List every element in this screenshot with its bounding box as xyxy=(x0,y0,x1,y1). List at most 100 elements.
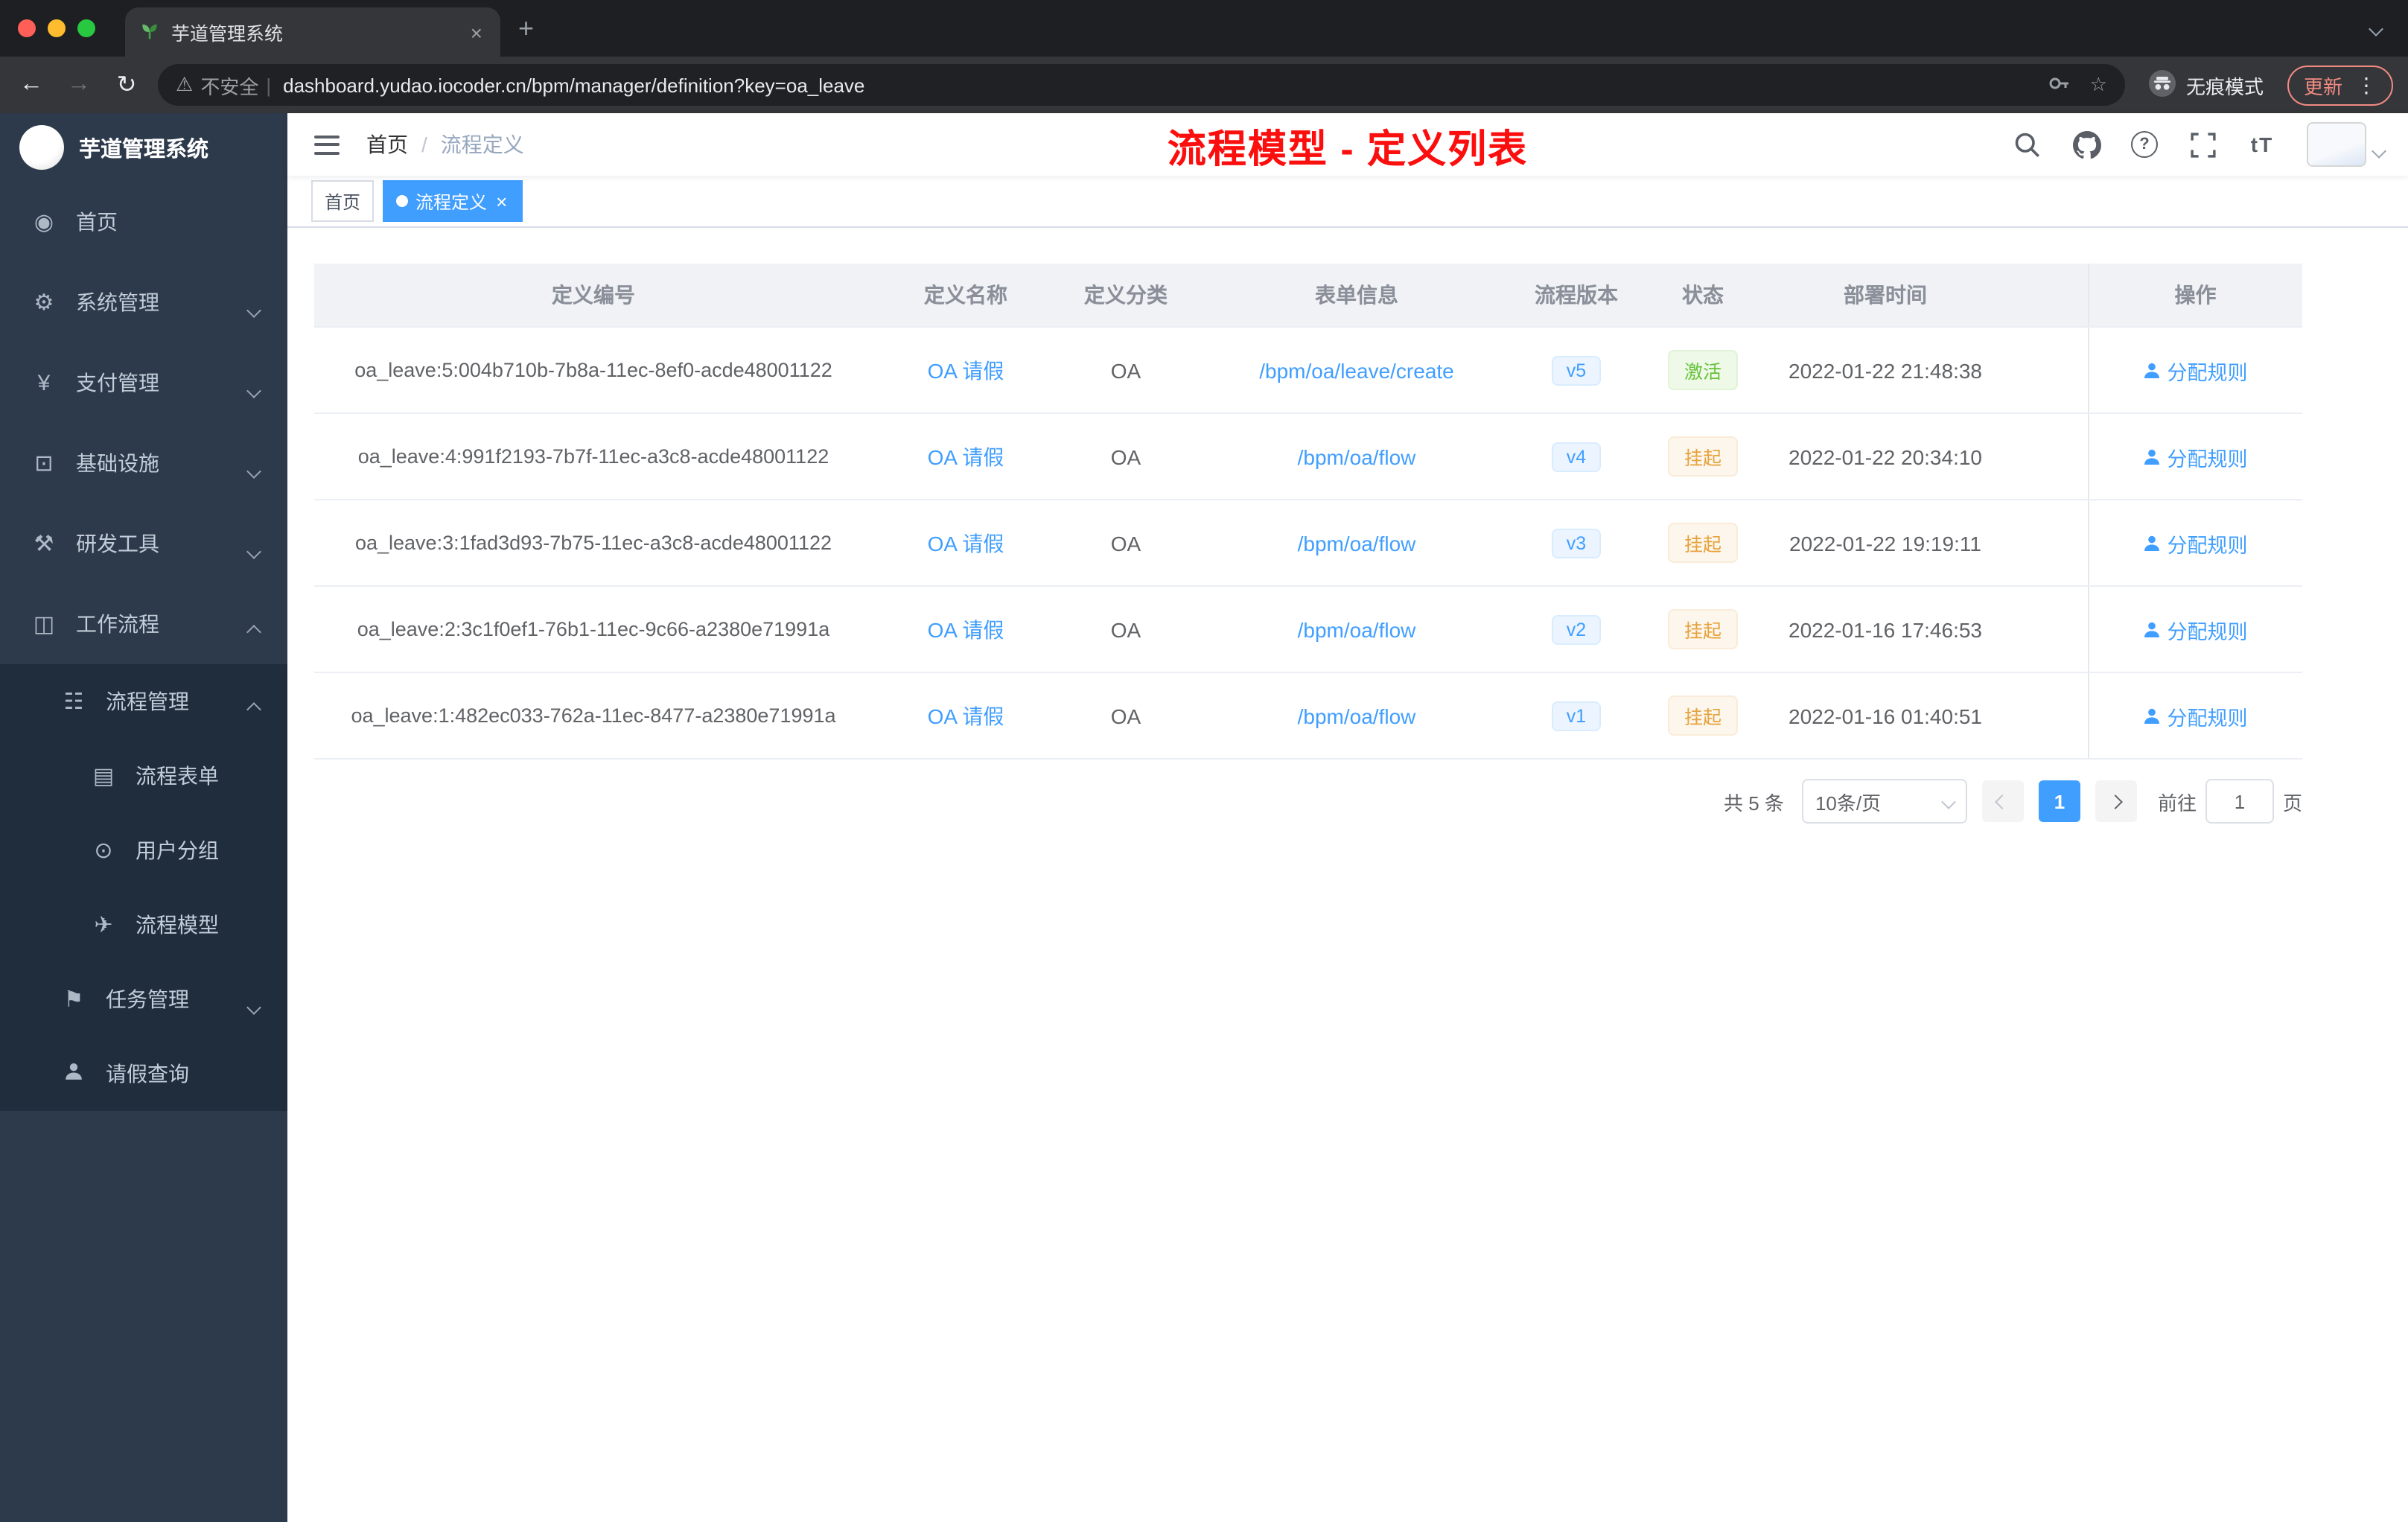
sidebar: 芋道管理系统 ◉ 首页 ⚙ 系统管理 ¥ 支付管理 ⊡ 基础设施 ⚒ 研发工具 … xyxy=(0,113,287,1522)
font-size-icon[interactable]: tT xyxy=(2247,130,2277,159)
hamburger-icon[interactable] xyxy=(311,129,343,160)
menu-kebab-icon[interactable]: ⋮ xyxy=(2356,72,2377,98)
sidebar-item-label: 研发工具 xyxy=(76,532,159,555)
assign-rule-link[interactable]: 分配规则 xyxy=(2144,528,2248,558)
chevron-down-icon xyxy=(246,377,261,401)
incognito-label: 无痕模式 xyxy=(2185,75,2264,98)
col-definition-id: 定义编号 xyxy=(314,264,873,328)
definition-name-link[interactable]: OA 请假 xyxy=(928,617,1004,641)
cell-deploy-time: 2022-01-16 01:40:51 xyxy=(1774,672,1997,760)
col-definition-name: 定义名称 xyxy=(873,264,1059,328)
password-key-icon[interactable] xyxy=(2048,71,2072,99)
favicon-sprout-icon xyxy=(140,20,159,44)
sidebar-item-process-model[interactable]: ✈ 流程模型 xyxy=(0,888,287,962)
page-number-button[interactable]: 1 xyxy=(2038,780,2080,822)
definition-name-link[interactable]: OA 请假 xyxy=(928,704,1004,727)
sidebar-item-label: 首页 xyxy=(76,210,118,234)
new-tab-button[interactable]: + xyxy=(518,13,534,44)
sidebar-item-task-management[interactable]: ⚑ 任务管理 xyxy=(0,962,287,1037)
prev-page-button[interactable] xyxy=(1981,780,2024,822)
sidebar-item-leave-query[interactable]: 请假查询 xyxy=(0,1037,287,1111)
breadcrumb-current: 流程定义 xyxy=(440,133,524,156)
sidebar-item-process-management[interactable]: ☷ 流程管理 xyxy=(0,664,287,739)
bookmark-star-icon[interactable]: ☆ xyxy=(2090,73,2107,97)
logo-avatar xyxy=(19,125,64,170)
tag-home[interactable]: 首页 xyxy=(311,180,375,222)
sidebar-item-process-form[interactable]: ▤ 流程表单 xyxy=(0,739,287,813)
cell-deploy-time: 2022-01-22 21:48:38 xyxy=(1774,327,1997,414)
sidebar-logo[interactable]: 芋道管理系统 xyxy=(0,113,287,182)
cell-deploy-time: 2022-01-16 17:46:53 xyxy=(1774,586,1997,673)
app-title: 芋道管理系统 xyxy=(79,138,208,162)
workflow-submenu: ☷ 流程管理 ▤ 流程表单 ⊙ 用户分组 ✈ 流程模型 ⚑ 任务管理 请假查询 xyxy=(0,664,287,1111)
reload-button[interactable]: ↻ xyxy=(110,70,143,100)
tag-label: 首页 xyxy=(325,191,361,212)
assign-rule-link[interactable]: 分配规则 xyxy=(2144,614,2248,644)
tag-close-icon[interactable]: × xyxy=(494,191,509,211)
user-group-icon: ⊙ xyxy=(94,838,113,864)
tab-search-chevron-icon[interactable] xyxy=(2369,15,2383,42)
security-indicator[interactable]: ⚠ 不安全 | xyxy=(176,71,271,99)
update-chip[interactable]: 更新 ⋮ xyxy=(2287,65,2393,105)
back-button[interactable]: ← xyxy=(15,71,48,98)
assign-rule-link[interactable]: 分配规则 xyxy=(2144,442,2248,471)
breadcrumb-home[interactable]: 首页 xyxy=(366,130,408,159)
browser-window: 芋道管理系统 × + ← → ↻ ⚠ 不安全 | dashboard.yudao… xyxy=(0,0,2408,1522)
search-icon[interactable] xyxy=(2012,130,2042,159)
version-badge: v4 xyxy=(1551,442,1602,471)
cell-filler xyxy=(1997,586,2088,673)
goto-label: 前往 xyxy=(2157,792,2197,814)
chevron-down-icon xyxy=(246,457,261,481)
url-divider: | xyxy=(266,74,272,96)
definition-table: 定义编号 定义名称 定义分类 表单信息 流程版本 状态 部署时间 操作 oa_l… xyxy=(314,264,2302,760)
sidebar-item-home[interactable]: ◉ 首页 xyxy=(0,182,287,262)
tab-strip: 芋道管理系统 × + xyxy=(0,0,2408,57)
forward-button[interactable]: → xyxy=(63,71,95,98)
form-info-link[interactable]: /bpm/oa/flow xyxy=(1298,617,1416,641)
gear-icon: ⚙ xyxy=(34,290,54,316)
sidebar-item-system[interactable]: ⚙ 系统管理 xyxy=(0,262,287,343)
assign-rule-link[interactable]: 分配规则 xyxy=(2144,701,2248,730)
cell-category: OA xyxy=(1059,327,1193,414)
breadcrumb: 首页 / 流程定义 xyxy=(366,130,524,159)
goto-page-input[interactable] xyxy=(2205,779,2274,824)
definition-name-link[interactable]: OA 请假 xyxy=(928,531,1004,555)
form-info-link[interactable]: /bpm/oa/flow xyxy=(1298,531,1416,555)
chevron-down-icon xyxy=(246,538,261,561)
sidebar-item-workflow[interactable]: ◫ 工作流程 xyxy=(0,584,287,664)
window-close-button[interactable] xyxy=(18,19,36,37)
tab-close-icon[interactable]: × xyxy=(468,20,485,44)
github-icon[interactable] xyxy=(2071,130,2101,159)
assign-rule-link[interactable]: 分配规则 xyxy=(2144,355,2248,385)
question-icon[interactable]: ? xyxy=(2131,131,2158,158)
page-size-select[interactable]: 10条/页 xyxy=(1801,779,1967,824)
col-form-info: 表单信息 xyxy=(1193,264,1520,328)
sidebar-item-label: 系统管理 xyxy=(76,290,159,314)
assign-rule-label: 分配规则 xyxy=(2167,448,2248,470)
next-page-button[interactable] xyxy=(2095,780,2137,822)
chevron-down-icon xyxy=(246,296,261,320)
definition-name-link[interactable]: OA 请假 xyxy=(928,358,1004,382)
sidebar-item-dev-tools[interactable]: ⚒ 研发工具 xyxy=(0,503,287,584)
form-info-link[interactable]: /bpm/oa/leave/create xyxy=(1259,358,1454,382)
form-info-link[interactable]: /bpm/oa/flow xyxy=(1298,704,1416,727)
sidebar-item-user-group[interactable]: ⊙ 用户分组 xyxy=(0,813,287,888)
yen-icon: ¥ xyxy=(37,370,51,395)
form-info-link[interactable]: /bpm/oa/flow xyxy=(1298,445,1416,468)
tags-view: 首页 流程定义 × xyxy=(287,176,2408,228)
fullscreen-icon[interactable] xyxy=(2188,130,2217,159)
sidebar-item-infrastructure[interactable]: ⊡ 基础设施 xyxy=(0,423,287,503)
window-minimize-button[interactable] xyxy=(48,19,66,37)
active-dot xyxy=(396,195,409,207)
col-deploy-time: 部署时间 xyxy=(1774,264,1997,328)
window-zoom-button[interactable] xyxy=(77,19,95,37)
tag-process-definition[interactable]: 流程定义 × xyxy=(383,180,523,222)
address-bar[interactable]: ⚠ 不安全 | dashboard.yudao.iocoder.cn/bpm/m… xyxy=(158,64,2125,106)
user-menu[interactable] xyxy=(2307,122,2386,167)
cell-id: oa_leave:2:3c1f0ef1-76b1-11ec-9c66-a2380… xyxy=(314,586,873,673)
sidebar-item-payment[interactable]: ¥ 支付管理 xyxy=(0,343,287,423)
cell-filler xyxy=(1997,413,2088,500)
chevron-up-icon xyxy=(246,618,261,642)
browser-tab[interactable]: 芋道管理系统 × xyxy=(125,7,500,57)
definition-name-link[interactable]: OA 请假 xyxy=(928,445,1004,468)
